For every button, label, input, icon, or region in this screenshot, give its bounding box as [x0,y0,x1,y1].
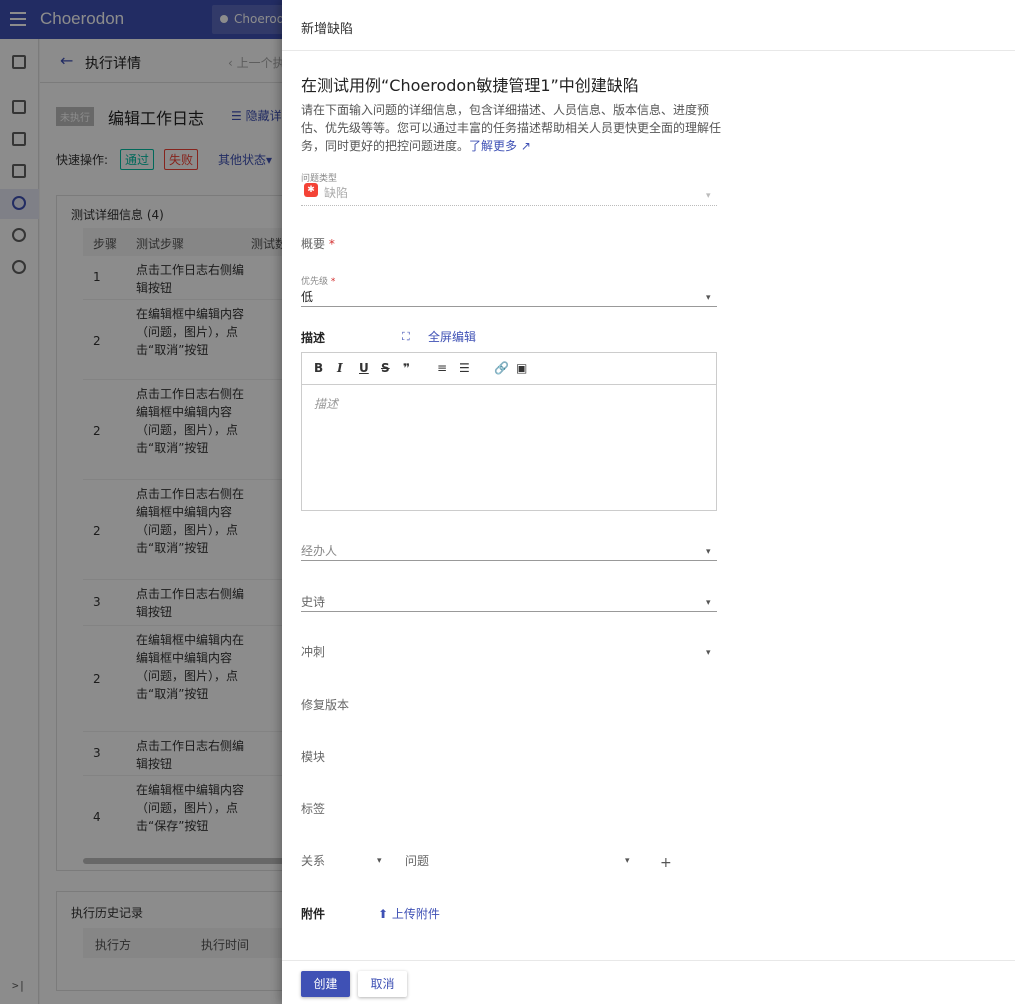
chevron-down-icon: ▾ [706,547,711,557]
drawer-footer: 创建 取消 [282,960,1015,1004]
priority-select[interactable] [301,306,717,307]
italic-icon[interactable]: I [337,361,343,375]
chevron-down-icon: ▾ [377,856,382,866]
relation-select[interactable]: 关系 [301,852,325,869]
chevron-down-icon: ▾ [706,191,711,201]
chevron-down-icon[interactable]: ▾ [706,648,711,658]
create-button[interactable]: 创建 [301,971,350,997]
bullet-list-icon[interactable]: ☰ [459,361,470,375]
tag-label[interactable]: 标签 [301,800,325,817]
fix-version-label[interactable]: 修复版本 [301,696,349,713]
cancel-button[interactable]: 取消 [358,971,407,997]
fullscreen-edit-link[interactable]: 全屏编辑 [428,328,476,345]
epic-select[interactable] [301,611,717,612]
image-icon[interactable]: ▣ [516,361,527,375]
fullscreen-icon[interactable]: ⛶ [402,330,410,344]
bug-icon: ✱ [304,183,318,197]
upload-attachment-button[interactable]: ⬆ 上传附件 [378,905,440,922]
epic-label: 史诗 [301,595,326,609]
summary-label: 概要 * [301,237,335,251]
link-icon[interactable]: 🔗 [494,361,509,375]
ordered-list-icon[interactable]: ≡ [437,361,447,375]
learn-more-link[interactable]: 了解更多 ↗ [469,139,531,153]
create-bug-drawer: 新增缺陷 在测试用例“Choerodon敏捷管理1”中创建缺陷 请在下面输入问题… [282,0,1015,1004]
chevron-down-icon: ▾ [625,856,630,866]
description-editor[interactable]: B I U S ❞ ≡ ☰ 🔗 ▣ 描述 [301,352,717,511]
quote-icon[interactable]: ❞ [403,361,410,375]
assignee-select[interactable] [301,560,717,561]
issue-select[interactable]: 问题 [405,852,429,869]
sprint-label[interactable]: 冲刺 [301,643,325,660]
priority-label: 优先级 * [301,277,336,287]
chevron-down-icon: ▾ [706,293,711,303]
upload-icon: ⬆ [378,907,389,921]
description-label: 描述 [301,331,326,345]
drawer-title: 新增缺陷 [301,22,354,37]
assignee-label: 经办人 [301,544,338,558]
issue-type-select[interactable] [301,205,717,206]
underline-icon[interactable]: U [359,361,369,375]
chevron-down-icon: ▾ [706,598,711,608]
attachment-label: 附件 [301,907,326,921]
form-title: 在测试用例“Choerodon敏捷管理1”中创建缺陷 [301,76,639,95]
strikethrough-icon[interactable]: S [381,361,390,375]
add-relation-icon[interactable]: + [660,855,672,871]
bold-icon[interactable]: B [314,361,323,375]
description-placeholder: 描述 [314,397,339,411]
drawer-header: 新增缺陷 [282,0,1015,51]
form-description: 请在下面输入问题的详细信息，包含详细描述、人员信息、版本信息、进度预估、优先级等… [301,103,722,153]
module-label[interactable]: 模块 [301,748,325,765]
issue-type-value: 缺陷 [324,186,349,200]
editor-toolbar: B I U S ❞ ≡ ☰ 🔗 ▣ [302,353,716,385]
priority-value: 低 [301,290,314,304]
